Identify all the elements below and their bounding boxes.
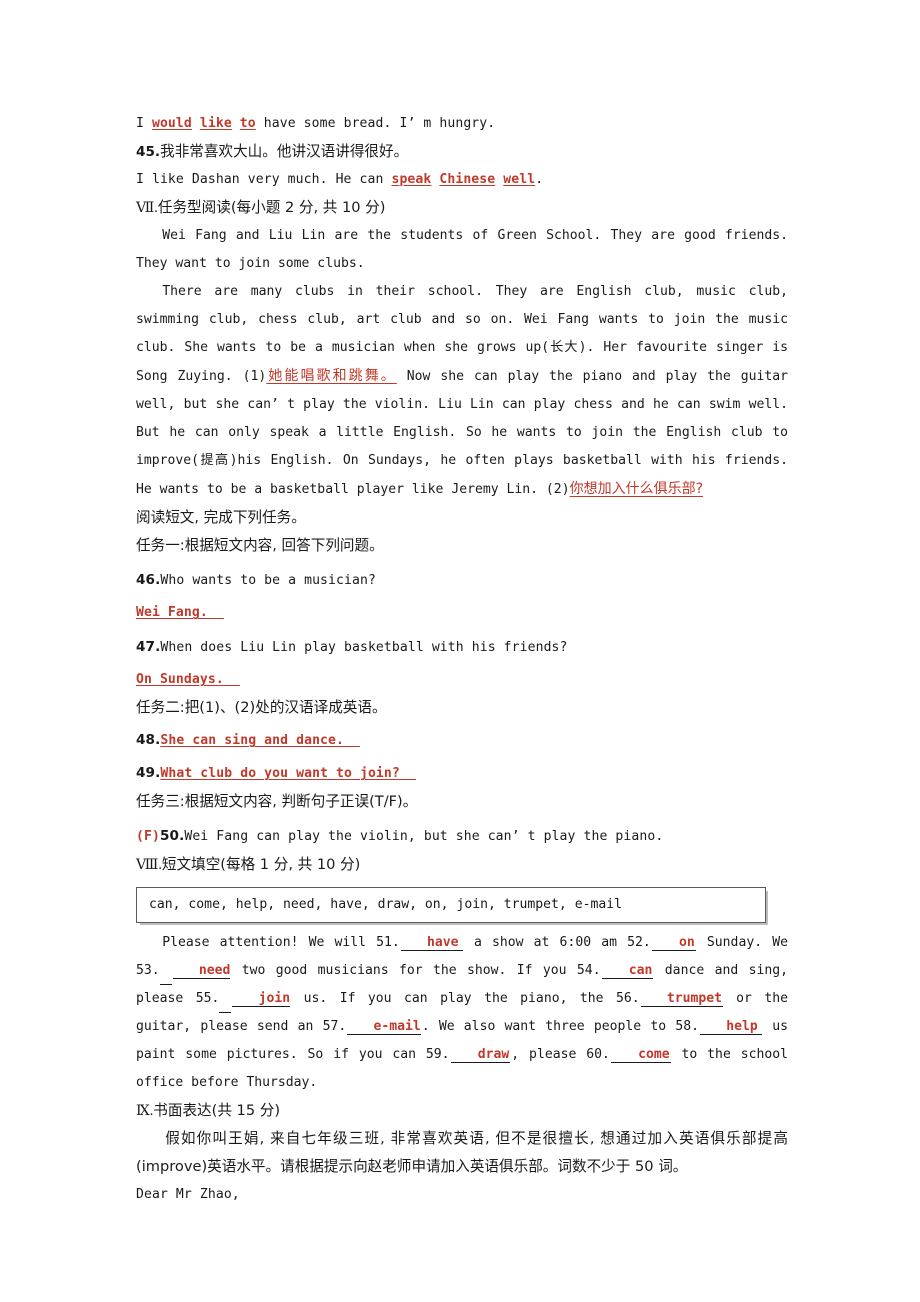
section-8-title: 书面表达(共 15 分) [153, 1102, 281, 1119]
question-49: 49.What club do you want to join? [136, 759, 792, 788]
page-content: I would like to have some bread. I’ m hu… [136, 110, 792, 1209]
q44-answer-suffix: have some bread. I’ m hungry. [255, 116, 496, 131]
q46-question-text: Who wants to be a musician? [160, 573, 376, 588]
q45-answer-word-1: speak [391, 172, 432, 187]
question-46: 46.Who wants to be a musician? [136, 566, 792, 595]
reading-instruction: 阅读短文, 完成下列任务。 [136, 509, 306, 526]
section-6-numeral: Ⅶ. [136, 200, 158, 216]
section-7-title: 短文填空(每格 1 分, 共 10 分) [161, 856, 361, 873]
q48-number: 48. [136, 732, 161, 748]
cloze-blank-59[interactable]: draw [450, 1047, 511, 1064]
task-2-instruction: 任务二:把(1)、(2)处的汉语译成英语。 [136, 699, 387, 716]
cloze-blank-60[interactable]: come [610, 1047, 671, 1064]
cloze-text-1: a show at 6:00 am 52. [473, 935, 651, 950]
q46-answer: Wei Fang. [136, 605, 208, 620]
cloze-blank-55[interactable]: join [232, 991, 291, 1008]
q44-answer-word-1: would [151, 116, 192, 131]
section-8-header: Ⅸ.书面表达(共 15 分) [136, 1097, 792, 1125]
exam-worksheet-page: I would like to have some bread. I’ m hu… [0, 0, 920, 1302]
cloze-passage: Please attention! We will 51. have a show… [136, 929, 788, 1097]
passage-blank-1-answer: 她能唱歌和跳舞。 [266, 368, 397, 384]
q47-number: 47. [136, 639, 161, 655]
section-6-title: 任务型阅读(每小题 2 分, 共 10 分) [157, 199, 386, 216]
question-47: 47.When does Liu Lin play basketball wit… [136, 633, 792, 662]
cloze-blank-52[interactable]: on [651, 935, 696, 952]
cloze-text-5: us. If you can play the piano, the 56. [303, 991, 640, 1006]
cloze-text-9: , please 60. [511, 1047, 610, 1062]
q45-number: 45. [136, 144, 161, 160]
section-7-numeral: Ⅷ. [136, 857, 162, 873]
cloze-blank-51[interactable]: have [400, 935, 463, 952]
q45-answer-line: I like Dashan very much. He can speak Ch… [136, 166, 792, 194]
q44-answer-word-2: like [199, 116, 232, 131]
word-bank-box: can, come, help, need, have, draw, on, j… [136, 887, 766, 923]
cloze-blank-55-lead [219, 999, 232, 1013]
q44-answer-line: I would like to have some bread. I’ m hu… [136, 110, 792, 138]
q44-answer-prefix: I [136, 116, 152, 131]
cloze-blank-56[interactable]: trumpet [640, 991, 723, 1008]
q49-number: 49. [136, 765, 161, 781]
section-7-header: Ⅷ.短文填空(每格 1 分, 共 10 分) [136, 851, 792, 879]
passage-p2-part-b: Now she can play the piano and play the … [136, 369, 788, 497]
q50-true-false-mark: (F) [136, 829, 160, 844]
passage-p1-text: Wei Fang and Liu Lin are the students of… [136, 228, 788, 271]
cloze-blank-54[interactable]: can [601, 963, 654, 980]
q50-statement-text: Wei Fang can play the violin, but she ca… [184, 829, 664, 844]
q47-question-text: When does Liu Lin play basketball with h… [160, 640, 568, 655]
cloze-text-0: Please attention! We will 51. [162, 935, 400, 950]
cloze-blank-53-lead [159, 971, 172, 985]
writing-salutation: Dear Mr Zhao, [136, 1187, 240, 1202]
q44-answer-word-3: to [239, 116, 256, 131]
cloze-text-3: two good musicians for the show. If you … [241, 963, 601, 978]
passage-paragraph-2: There are many clubs in their school. Th… [136, 278, 788, 504]
q45-answer-word-2: Chinese [439, 172, 496, 187]
writing-prompt: 假如你叫王娟, 来自七年级三班, 非常喜欢英语, 但不是很擅长, 想通过加入英语… [136, 1130, 788, 1175]
passage-paragraph-1: Wei Fang and Liu Lin are the students of… [136, 222, 788, 278]
task-1-instruction: 任务一:根据短文内容, 回答下列问题。 [136, 537, 384, 554]
question-45: 45.我非常喜欢大山。他讲汉语讲得很好。 [136, 138, 792, 166]
q50-number: 50. [159, 828, 185, 844]
cloze-blank-53[interactable]: need [172, 963, 231, 980]
section-8-numeral: Ⅸ. [136, 1103, 154, 1119]
q46-answer-line: Wei Fang. [136, 599, 792, 627]
q45-answer-suffix: . [535, 172, 544, 187]
q49-answer: What club do you want to join? [160, 766, 400, 781]
question-48: 48.She can sing and dance. [136, 726, 792, 755]
q45-answer-word-3: well [503, 172, 536, 187]
section-6-header: Ⅶ.任务型阅读(每小题 2 分, 共 10 分) [136, 194, 792, 222]
q45-answer-prefix: I like Dashan very much. He can [136, 172, 392, 187]
q48-answer: She can sing and dance. [160, 733, 345, 748]
cloze-blank-58[interactable]: help [700, 1019, 763, 1036]
q47-answer: On Sundays. [136, 672, 224, 687]
q45-chinese-prompt: 我非常喜欢大山。他讲汉语讲得很好。 [160, 143, 409, 160]
question-50: (F)50.Wei Fang can play the violin, but … [136, 822, 792, 851]
q47-answer-line: On Sundays. [136, 666, 792, 694]
cloze-blank-57[interactable]: e-mail [347, 1019, 421, 1036]
passage-blank-2-answer: 你想加入什么俱乐部? [569, 481, 704, 497]
word-bank-list: can, come, help, need, have, draw, on, j… [149, 897, 622, 912]
task-3-instruction: 任务三:根据短文内容, 判断句子正误(T/F)。 [136, 793, 418, 810]
q46-number: 46. [136, 572, 161, 588]
cloze-text-7: . We also want three people to 58. [421, 1019, 700, 1034]
